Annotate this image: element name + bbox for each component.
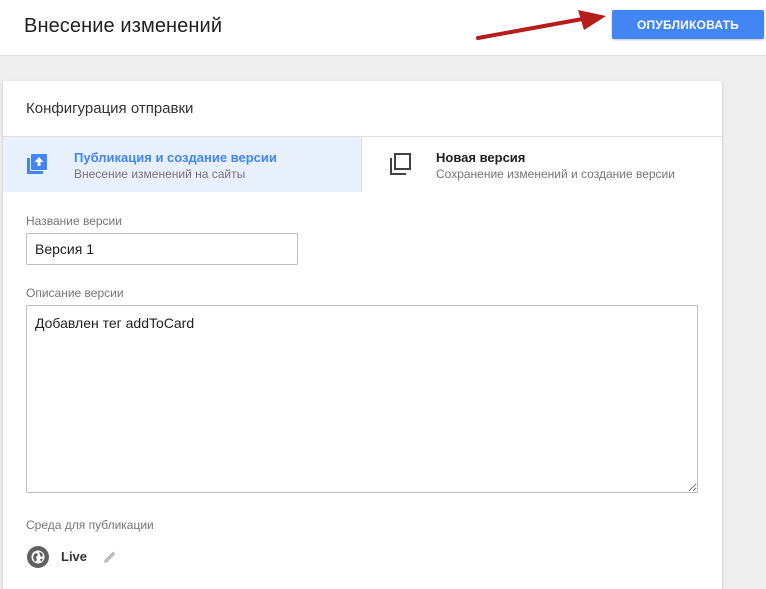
submission-config-card: Конфигурация отправки Публикация и созда…: [3, 81, 722, 589]
submission-type-options: Публикация и создание версии Внесение из…: [3, 136, 722, 192]
option-subtitle: Сохранение изменений и создание версии: [436, 167, 675, 181]
option-title: Новая версия: [436, 150, 526, 165]
version-name-label: Название версии: [26, 214, 122, 228]
environment-row: Live: [26, 545, 226, 569]
publish-button[interactable]: ОПУБЛИКОВАТЬ: [612, 10, 764, 39]
environment-label: Среда для публикации: [26, 518, 154, 532]
pencil-icon[interactable]: [102, 549, 118, 565]
version-name-input[interactable]: [26, 233, 298, 265]
publish-upload-icon: [27, 154, 47, 174]
version-description-textarea[interactable]: Добавлен тег addToCard: [26, 305, 698, 493]
version-description-label: Описание версии: [26, 286, 124, 300]
option-title: Публикация и создание версии: [74, 150, 277, 165]
card-title: Конфигурация отправки: [26, 100, 194, 117]
copy-version-icon: [390, 153, 411, 175]
top-bar: Внесение изменений ОПУБЛИКОВАТЬ: [0, 0, 766, 56]
globe-icon: [27, 546, 49, 568]
environment-name: Live: [61, 549, 88, 564]
option-publish-and-create-version[interactable]: Публикация и создание версии Внесение из…: [3, 137, 361, 192]
page-title: Внесение изменений: [24, 15, 223, 37]
option-new-version[interactable]: Новая версия Сохранение изменений и созд…: [361, 137, 722, 192]
red-arrow-annotation: [476, 10, 606, 40]
option-subtitle: Внесение изменений на сайты: [74, 167, 246, 181]
